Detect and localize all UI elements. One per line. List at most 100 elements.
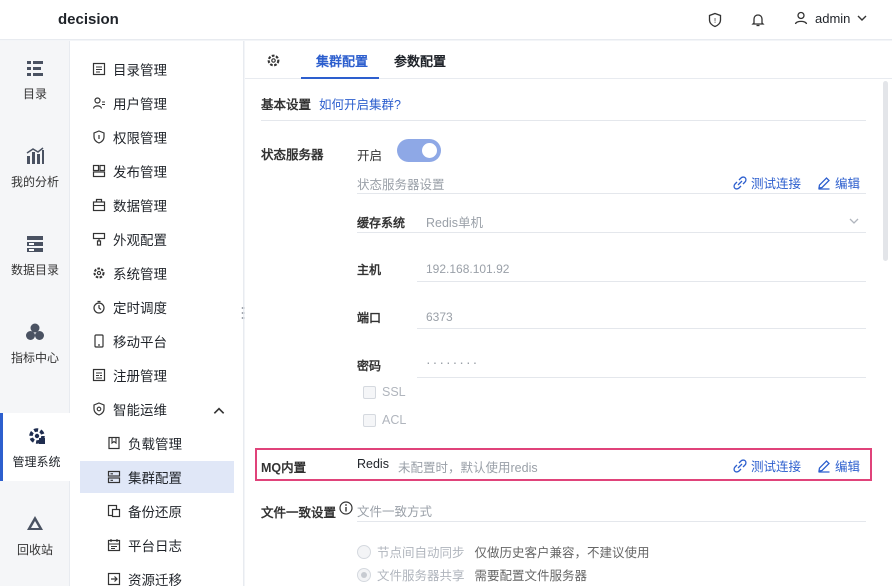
brush-icon [92, 232, 106, 246]
register-icon [92, 368, 106, 382]
divider [357, 232, 866, 233]
cache-system-select[interactable]: Redis单机 [426, 212, 483, 231]
svg-text:!: ! [714, 17, 717, 25]
timer-icon [93, 300, 105, 314]
state-server-label: 状态服务器 [261, 148, 324, 162]
menu-item-system[interactable]: 系统管理 [80, 257, 234, 289]
calendar-icon [107, 539, 121, 552]
top-bar: decision ! admin [0, 0, 892, 40]
mq-value: Redis [357, 457, 389, 471]
mobile-icon [94, 334, 104, 348]
divider [417, 281, 866, 282]
menu-item-appearance[interactable]: 外观配置 [80, 223, 234, 255]
state-server-hint: 状态服务器设置 [357, 178, 445, 192]
mq-test-connection-button[interactable]: 测试连接 [733, 456, 801, 475]
menu-item-register[interactable]: 注册管理 [80, 359, 234, 391]
cache-system-label: 缓存系统 [357, 216, 406, 230]
radio-file-server[interactable]: 文件服务器共享 需要配置文件服务器 [357, 565, 587, 584]
test-connection-button[interactable]: 测试连接 [733, 173, 801, 192]
menu-item-mobile[interactable]: 移动平台 [80, 325, 234, 357]
ops-icon [93, 402, 105, 416]
rail-item-recycle[interactable]: 回收站 [0, 501, 70, 569]
mq-hint: 未配置时，默认使用redis [398, 461, 538, 475]
menu-item-schedule[interactable]: 定时调度 [80, 291, 234, 323]
menu-item-ops[interactable]: 智能运维 [80, 393, 234, 425]
ssl-checkbox[interactable]: SSL [363, 385, 406, 399]
recycle-icon [27, 515, 43, 530]
port-input[interactable]: 6373 [426, 310, 453, 324]
cluster-help-link[interactable]: 如何开启集群? [319, 94, 401, 113]
port-label: 端口 [357, 311, 382, 325]
divider [417, 377, 866, 378]
load-icon [108, 436, 120, 450]
toggle-label: 开启 [357, 149, 383, 163]
basic-settings-title: 基本设置 [261, 98, 312, 112]
backup-icon [107, 504, 121, 518]
host-input[interactable]: 192.168.101.92 [426, 262, 509, 276]
menu-item-catalog[interactable]: 目录管理 [80, 53, 234, 85]
password-input[interactable]: ········ [426, 354, 479, 370]
rail-item-catalog[interactable]: 目录 [0, 45, 70, 113]
divider [357, 521, 866, 522]
tab-cluster-config[interactable]: 集群配置 [316, 51, 368, 70]
info-icon[interactable] [339, 501, 353, 515]
menu-item-backup[interactable]: 备份还原 [80, 495, 234, 527]
menu-item-permissions[interactable]: 权限管理 [80, 121, 234, 153]
database-icon [27, 235, 43, 252]
admin-menu: 目录管理 用户管理 权限管理 发布管理 数据管理 外观配置 系统管理 定时调度 … [70, 41, 244, 586]
publish-icon [92, 164, 106, 178]
pencil-icon [818, 176, 830, 190]
brand-name: decision [58, 11, 119, 28]
shield-icon[interactable]: ! [706, 11, 724, 29]
menu-item-data[interactable]: 数据管理 [80, 189, 234, 221]
host-label: 主机 [357, 263, 382, 277]
catalog-icon [92, 62, 106, 76]
radio-node-sync[interactable]: 节点间自动同步 仅做历史客户兼容，不建议使用 [357, 542, 650, 561]
active-tab-indicator [301, 77, 379, 79]
permission-icon [93, 130, 105, 144]
rail-item-analysis[interactable]: 我的分析 [0, 133, 70, 201]
link-icon [733, 458, 747, 473]
password-label: 密码 [357, 359, 382, 373]
user-name: admin [815, 10, 851, 26]
mq-edit-button[interactable]: 编辑 [817, 456, 860, 475]
tab-param-config[interactable]: 参数配置 [394, 51, 446, 70]
divider [261, 120, 866, 121]
cluster-icon [107, 470, 121, 484]
menu-item-publish[interactable]: 发布管理 [80, 155, 234, 187]
menu-item-load[interactable]: 负载管理 [80, 427, 234, 459]
chevron-up-icon [213, 407, 225, 414]
acl-checkbox[interactable]: ACL [363, 413, 406, 427]
link-icon [733, 175, 747, 190]
chevron-down-icon[interactable] [848, 215, 860, 227]
cluster-config-panel: 集群配置 参数配置 基本设置 如何开启集群? 状态服务器 开启 状态服务器设置 … [245, 41, 892, 586]
user-manage-icon [92, 97, 105, 109]
menu-item-logs[interactable]: 平台日志 [80, 529, 234, 561]
migrate-icon [107, 572, 121, 586]
file-consistency-label: 文件一致设置 [261, 506, 337, 520]
chevron-down-icon [857, 15, 867, 21]
scrollbar[interactable] [883, 81, 888, 261]
user-icon [794, 11, 808, 25]
state-server-toggle[interactable] [397, 139, 441, 162]
user-menu[interactable]: admin [793, 10, 868, 26]
rail-item-admin[interactable]: 管理系统 [0, 413, 70, 481]
gear-icon[interactable] [266, 53, 281, 68]
menu-item-cluster[interactable]: 集群配置 [80, 461, 234, 493]
divider [417, 328, 866, 329]
file-consistency-hint: 文件一致方式 [357, 505, 433, 519]
pencil-icon [818, 459, 830, 473]
rail-item-data[interactable]: 数据目录 [0, 221, 70, 289]
gear-icon [28, 427, 45, 444]
tab-bar: 集群配置 参数配置 [245, 41, 892, 79]
bell-icon[interactable] [749, 11, 767, 29]
edit-button[interactable]: 编辑 [817, 173, 860, 192]
menu-item-users[interactable]: 用户管理 [80, 87, 234, 119]
divider [357, 193, 866, 194]
rail-item-metrics[interactable]: 指标中心 [0, 309, 70, 377]
module-rail: 目录 我的分析 数据目录 指标中心 管理系统 回收站 [0, 41, 70, 586]
list-icon [27, 60, 43, 76]
settings-icon [93, 267, 105, 279]
menu-item-migrate[interactable]: 资源迁移 [80, 563, 234, 586]
data-manage-icon [92, 198, 106, 212]
